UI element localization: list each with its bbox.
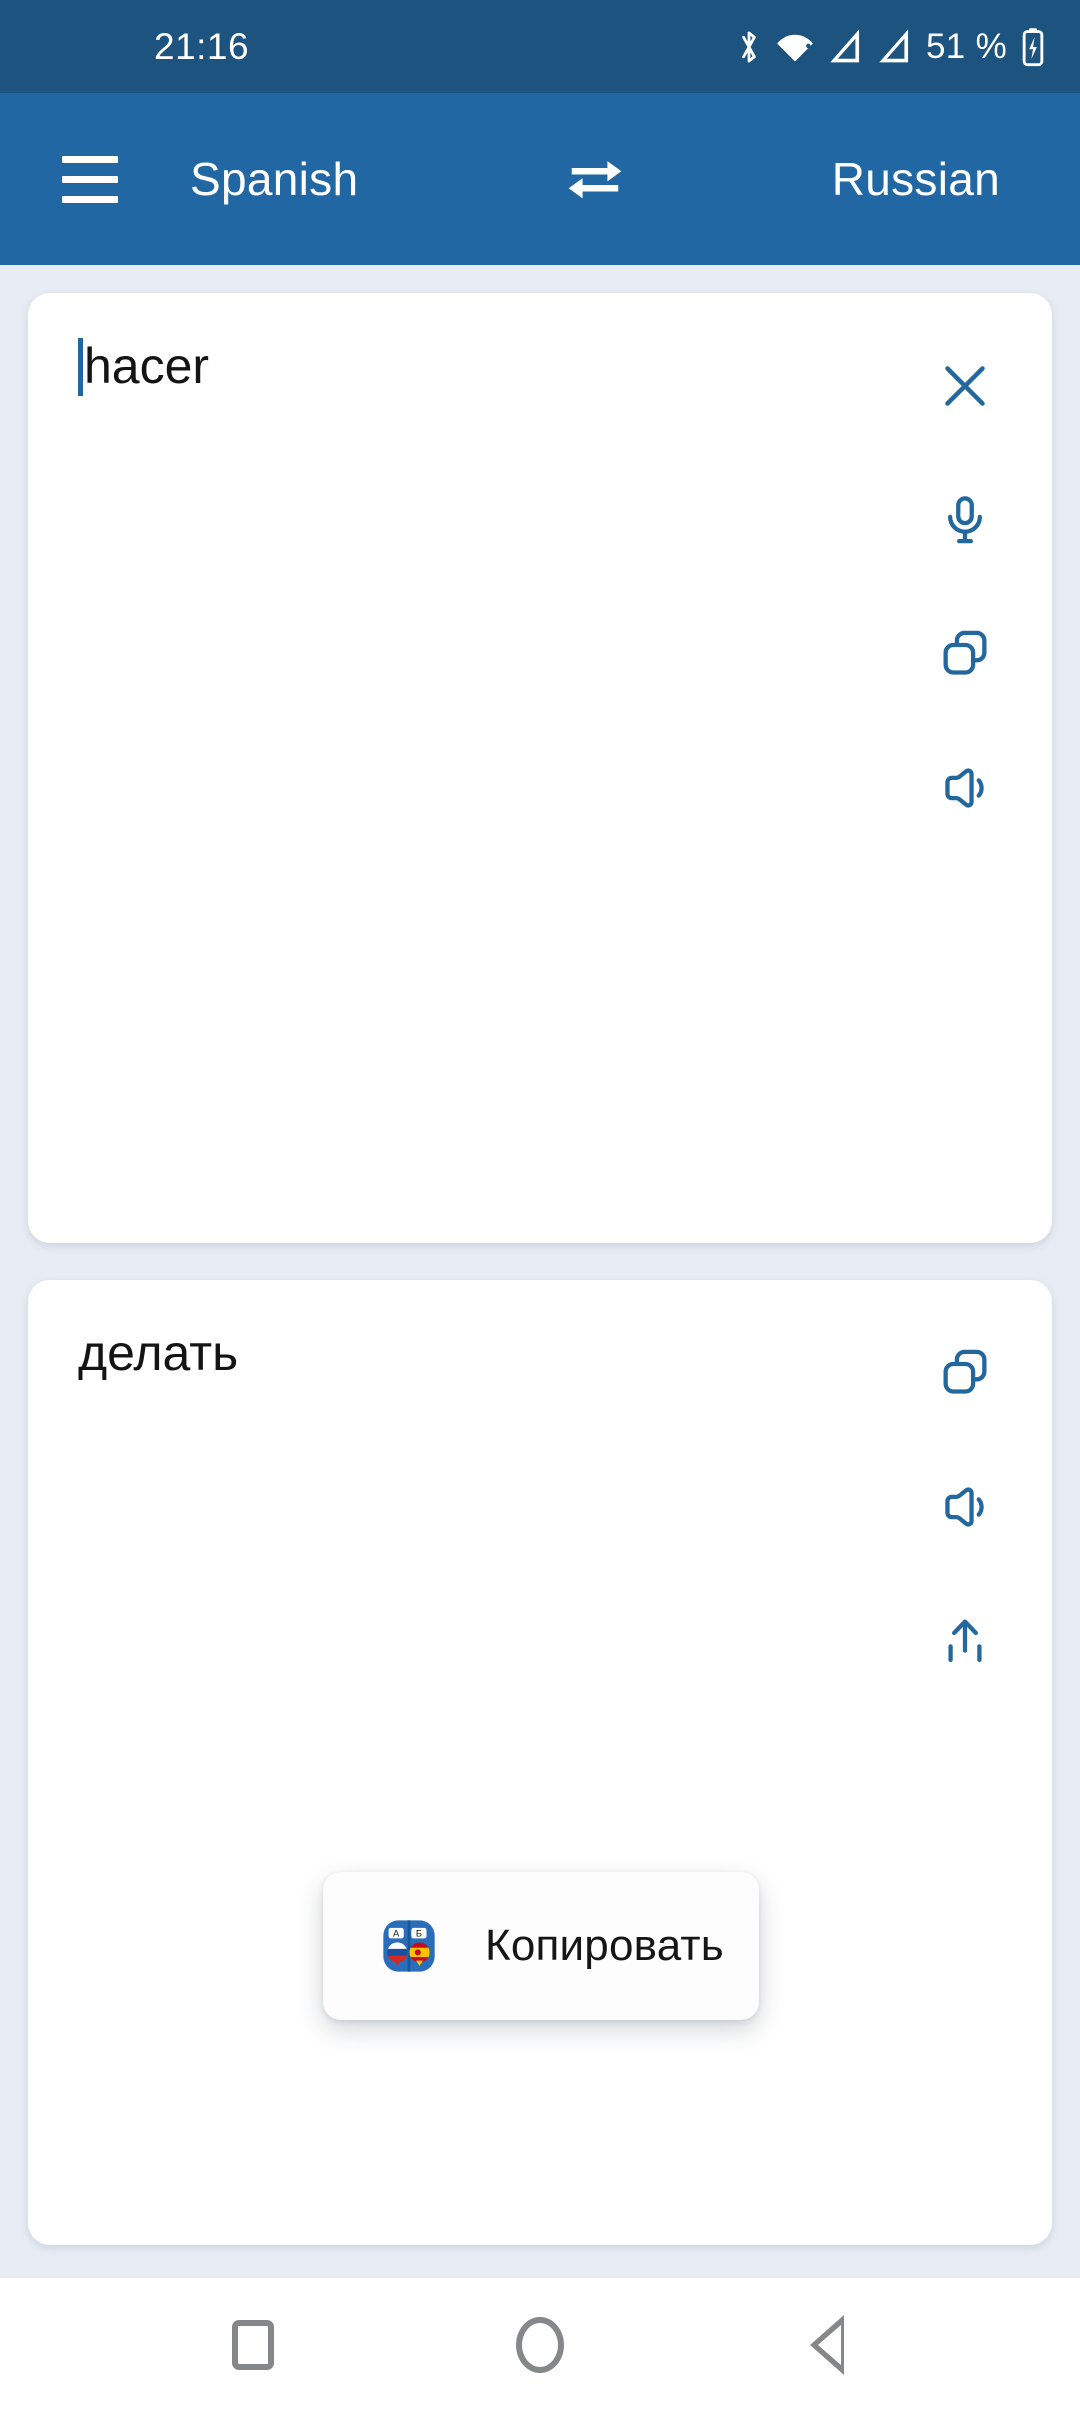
text-caret: [78, 338, 83, 396]
voice-input-button[interactable]: [912, 453, 1018, 587]
microphone-icon: [948, 496, 982, 544]
copy-toast-popup[interactable]: A Б Копировать: [323, 1872, 759, 2020]
status-bar: 21:16 51 %: [0, 0, 1080, 93]
battery-charging-icon: [1022, 27, 1044, 66]
copy-icon: [943, 1349, 987, 1394]
hamburger-icon-line: [62, 175, 118, 183]
square-icon: [232, 2320, 275, 2370]
copy-icon: [943, 630, 987, 675]
recents-button[interactable]: [193, 2295, 313, 2395]
wifi-icon: [777, 34, 813, 61]
status-bar-icons: 51 %: [736, 26, 1046, 68]
signal-sim1-icon: [830, 28, 860, 62]
source-text-input[interactable]: hacer: [78, 337, 882, 396]
copy-toast-label: Копировать: [485, 1921, 724, 1970]
svg-text:Б: Б: [416, 1929, 422, 1939]
bluetooth-icon: [742, 31, 756, 62]
target-text-card[interactable]: делать: [28, 1280, 1052, 2245]
hamburger-icon-line: [62, 155, 118, 163]
phone-screen: 21:16 51 % Spanish Russian hacer делать …: [0, 0, 1080, 2412]
speak-target-button[interactable]: [912, 1440, 1018, 1574]
source-language-selector[interactable]: Spanish: [190, 152, 358, 206]
target-language-selector[interactable]: Russian: [832, 152, 1000, 206]
copy-target-button[interactable]: [912, 1306, 1018, 1440]
svg-text:A: A: [393, 1929, 400, 1939]
battery-percent-label: 51 %: [926, 26, 1007, 66]
target-action-column: [912, 1306, 1018, 1708]
source-action-column: [912, 319, 1018, 855]
status-bar-clock: 21:16: [154, 25, 250, 67]
swap-languages-button[interactable]: [564, 155, 626, 203]
back-button[interactable]: [767, 2295, 887, 2395]
menu-button[interactable]: [36, 125, 144, 233]
speak-source-button[interactable]: [912, 721, 1018, 855]
translated-text: делать: [78, 1325, 239, 1381]
signal-sim2-icon: [879, 28, 909, 62]
app-bar: Spanish Russian: [0, 93, 1080, 265]
translator-app-icon: A Б: [383, 1920, 435, 1972]
source-text-card[interactable]: hacer: [28, 293, 1052, 1243]
speaker-icon: [945, 1487, 984, 1527]
home-button[interactable]: [480, 2295, 600, 2395]
share-target-button[interactable]: [912, 1574, 1018, 1708]
speaker-icon: [945, 768, 984, 808]
triangle-back-icon: [809, 2315, 844, 2375]
share-icon: [948, 1619, 982, 1663]
clear-button[interactable]: [912, 319, 1018, 453]
source-text-value: hacer: [84, 338, 210, 394]
copy-source-button[interactable]: [912, 587, 1018, 721]
circle-icon: [515, 2317, 564, 2373]
system-navigation-bar: [0, 2278, 1080, 2412]
close-icon: [945, 366, 985, 406]
swap-arrows-icon: [568, 161, 622, 199]
hamburger-icon-line: [62, 195, 118, 203]
